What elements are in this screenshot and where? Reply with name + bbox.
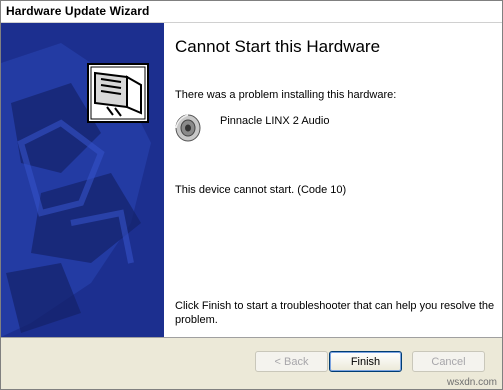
wizard-content: Cannot Start this Hardware There was a p… xyxy=(164,23,502,337)
problem-text: There was a problem installing this hard… xyxy=(175,89,397,101)
page-title: Cannot Start this Hardware xyxy=(175,37,381,56)
cancel-button[interactable]: Cancel xyxy=(412,351,485,372)
watermark: wsxdn.com xyxy=(446,377,497,388)
device-status-text: This device cannot start. (Code 10) xyxy=(175,184,347,196)
button-bar: < Back Finish Cancel xyxy=(1,340,502,389)
wizard-banner xyxy=(1,23,164,337)
speaker-icon xyxy=(175,114,201,142)
window-title: Hardware Update Wizard xyxy=(6,4,150,18)
wizard-window: Hardware Update Wizard Cannot Start this… xyxy=(0,0,503,390)
device-name: Pinnacle LINX 2 Audio xyxy=(220,115,330,127)
finish-instructions: Click Finish to start a troubleshooter t… xyxy=(175,300,495,326)
title-bar: Hardware Update Wizard xyxy=(1,1,502,23)
finish-button[interactable]: Finish xyxy=(329,351,402,372)
back-button[interactable]: < Back xyxy=(255,351,328,372)
hardware-card-icon xyxy=(87,63,149,123)
